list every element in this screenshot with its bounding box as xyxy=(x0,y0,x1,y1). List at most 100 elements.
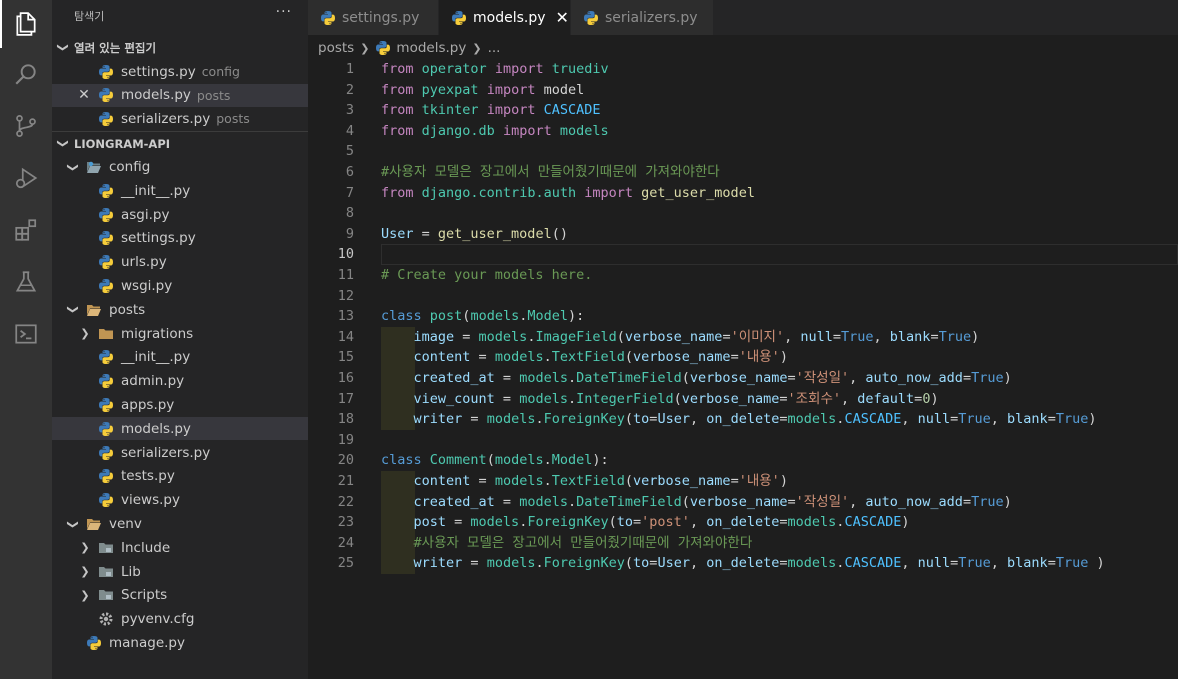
tab-label: settings.py xyxy=(342,9,420,26)
code-token: ImageField xyxy=(535,328,617,345)
file-item[interactable]: views.py xyxy=(52,489,308,512)
folder-item[interactable]: ❯ Include xyxy=(52,536,308,559)
code-token: null xyxy=(917,411,951,428)
activity-explorer[interactable] xyxy=(0,0,52,48)
file-item[interactable]: asgi.py xyxy=(52,203,308,226)
close-icon[interactable]: ✕ xyxy=(556,8,569,27)
file-item[interactable]: apps.py xyxy=(52,394,308,417)
code-line[interactable]: 25 writer = models.ForeignKey(to = User, o… xyxy=(308,553,1178,574)
activity-source-control[interactable] xyxy=(0,102,52,150)
activity-search[interactable] xyxy=(0,50,52,98)
activity-remote-explorer[interactable] xyxy=(0,310,52,358)
file-item[interactable]: __init__.py xyxy=(52,179,308,202)
code-line[interactable]: 2 from pyexpat import model xyxy=(308,80,1178,101)
code-token: '내용' xyxy=(738,349,780,366)
code-line[interactable]: 3 from tkinter import CASCADE xyxy=(308,100,1178,121)
activity-extensions[interactable] xyxy=(0,206,52,254)
chevron-down-icon: ❯ xyxy=(66,305,80,315)
code-line[interactable]: 14 image = models.ImageField(verbose_nam… xyxy=(308,327,1178,348)
code-line[interactable]: 4 from django.db import models xyxy=(308,121,1178,142)
code-text: created_at = models.DateTimeField(verbos… xyxy=(381,492,1012,513)
file-item[interactable]: serializers.py xyxy=(52,441,308,464)
code-token: models xyxy=(519,390,568,407)
tab-settings[interactable]: settings.py xyxy=(308,0,438,35)
code-line[interactable]: 13 class post(models.Model): xyxy=(308,306,1178,327)
folder-item[interactable]: ❯ config xyxy=(52,156,308,179)
folder-item[interactable]: ❯ migrations xyxy=(52,322,308,345)
file-item[interactable]: manage.py xyxy=(52,632,308,655)
code-line[interactable]: 23 post = models.ForeignKey(to='post', o… xyxy=(308,512,1178,533)
code-line[interactable]: 16 created_at = models.DateTimeField(ver… xyxy=(308,368,1178,389)
code-token: . xyxy=(567,493,577,510)
code-line[interactable]: 9 User = get_user_model() xyxy=(308,224,1178,245)
code-token: , xyxy=(990,411,1008,428)
open-editor-item[interactable]: serializers.py posts xyxy=(52,107,308,130)
folder-item[interactable]: ❯ venv xyxy=(52,513,308,536)
tab-serializers[interactable]: serializers.py xyxy=(571,0,713,35)
code-editor[interactable]: 1 from operator import truediv 2 from pyexp… xyxy=(308,58,1178,679)
close-icon[interactable]: ✕ xyxy=(78,87,90,103)
code-line[interactable]: 21 content = models.TextField(verbose_na… xyxy=(308,471,1178,492)
code-token: = xyxy=(1047,555,1056,572)
file-item[interactable]: urls.py xyxy=(52,251,308,274)
code-line[interactable]: 24 #사용자 모델은 장고에서 만들어줬기때문에 가져와야한다 xyxy=(308,533,1178,554)
open-editor-item[interactable]: settings.py config xyxy=(52,60,308,83)
code-line[interactable]: 11 # Create your models here. xyxy=(308,265,1178,286)
chevron-down-icon: ❯ xyxy=(56,42,70,53)
code-token: True xyxy=(971,493,1004,510)
code-line[interactable]: 18 writer = models.ForeignKey(to = User, o… xyxy=(308,409,1178,430)
folder-item[interactable]: ❯ Lib xyxy=(52,560,308,583)
code-line[interactable]: 8 xyxy=(308,203,1178,224)
file-item[interactable]: admin.py xyxy=(52,370,308,393)
code-text: from django.contrib.auth import get_user… xyxy=(381,183,755,204)
code-token: to xyxy=(633,555,650,572)
file-item[interactable]: pyvenv.cfg xyxy=(52,608,308,631)
tab-models[interactable]: models.py ✕ xyxy=(439,0,570,35)
tree-item-label: urls.py xyxy=(121,254,167,271)
code-token: . xyxy=(535,411,544,428)
more-actions-icon[interactable]: ··· xyxy=(276,4,292,20)
file-item[interactable]: tests.py xyxy=(52,465,308,488)
code-token: = xyxy=(462,411,487,428)
code-line[interactable]: 6 #사용자 모델은 장고에서 만들어줬기때문에 가져와야한다 xyxy=(308,162,1178,183)
line-number: 4 xyxy=(345,122,354,139)
code-line[interactable]: 15 content = models.TextField(verbose_na… xyxy=(308,347,1178,368)
section-open-editors[interactable]: ❯ 열려 있는 편집기 xyxy=(52,36,308,59)
code-token: ) xyxy=(779,349,788,366)
tree-item-label: migrations xyxy=(121,325,194,342)
code-line[interactable]: 1 from operator import truediv xyxy=(308,59,1178,80)
code-line[interactable]: 17 view_count = models.IntegerField(verb… xyxy=(308,389,1178,410)
code-line[interactable]: 10 xyxy=(308,244,1178,266)
code-line[interactable]: 22 created_at = models.DateTimeField(ver… xyxy=(308,492,1178,513)
code-line[interactable]: 20 class Comment(models.Model): xyxy=(308,450,1178,471)
file-item[interactable]: models.py xyxy=(52,417,308,441)
activity-testing[interactable] xyxy=(0,258,52,306)
open-editor-item[interactable]: ✕ models.py posts xyxy=(52,83,308,107)
code-token: models xyxy=(787,514,837,531)
line-number: 15 xyxy=(337,349,354,366)
activity-run-debug[interactable] xyxy=(0,154,52,202)
file-item[interactable]: wsgi.py xyxy=(52,275,308,298)
file-item[interactable]: settings.py xyxy=(52,227,308,250)
breadcrumb-file[interactable]: models.py xyxy=(396,40,466,56)
code-line[interactable]: 19 xyxy=(308,430,1178,451)
code-line[interactable]: 12 xyxy=(308,286,1178,307)
python-icon xyxy=(99,183,113,198)
code-line[interactable]: 5 xyxy=(308,141,1178,162)
file-folder: config xyxy=(201,64,240,79)
breadcrumb-folder[interactable]: posts xyxy=(318,40,354,56)
code-token: . xyxy=(543,452,552,469)
section-project[interactable]: ❯ LIONGRAM-API xyxy=(52,132,308,155)
remote-explorer-icon xyxy=(15,324,37,344)
folder-item[interactable]: ❯ Scripts xyxy=(52,584,308,607)
code-token: ) xyxy=(1088,555,1105,572)
file-item[interactable]: __init__.py xyxy=(52,346,308,369)
code-line[interactable]: 7 from django.contrib.auth import get_use… xyxy=(308,183,1178,204)
breadcrumb-symbol[interactable]: ... xyxy=(488,40,501,56)
code-token: ): xyxy=(568,308,585,325)
folder-item[interactable]: ❯ posts xyxy=(52,298,308,321)
code-token: 'post' xyxy=(641,514,690,531)
